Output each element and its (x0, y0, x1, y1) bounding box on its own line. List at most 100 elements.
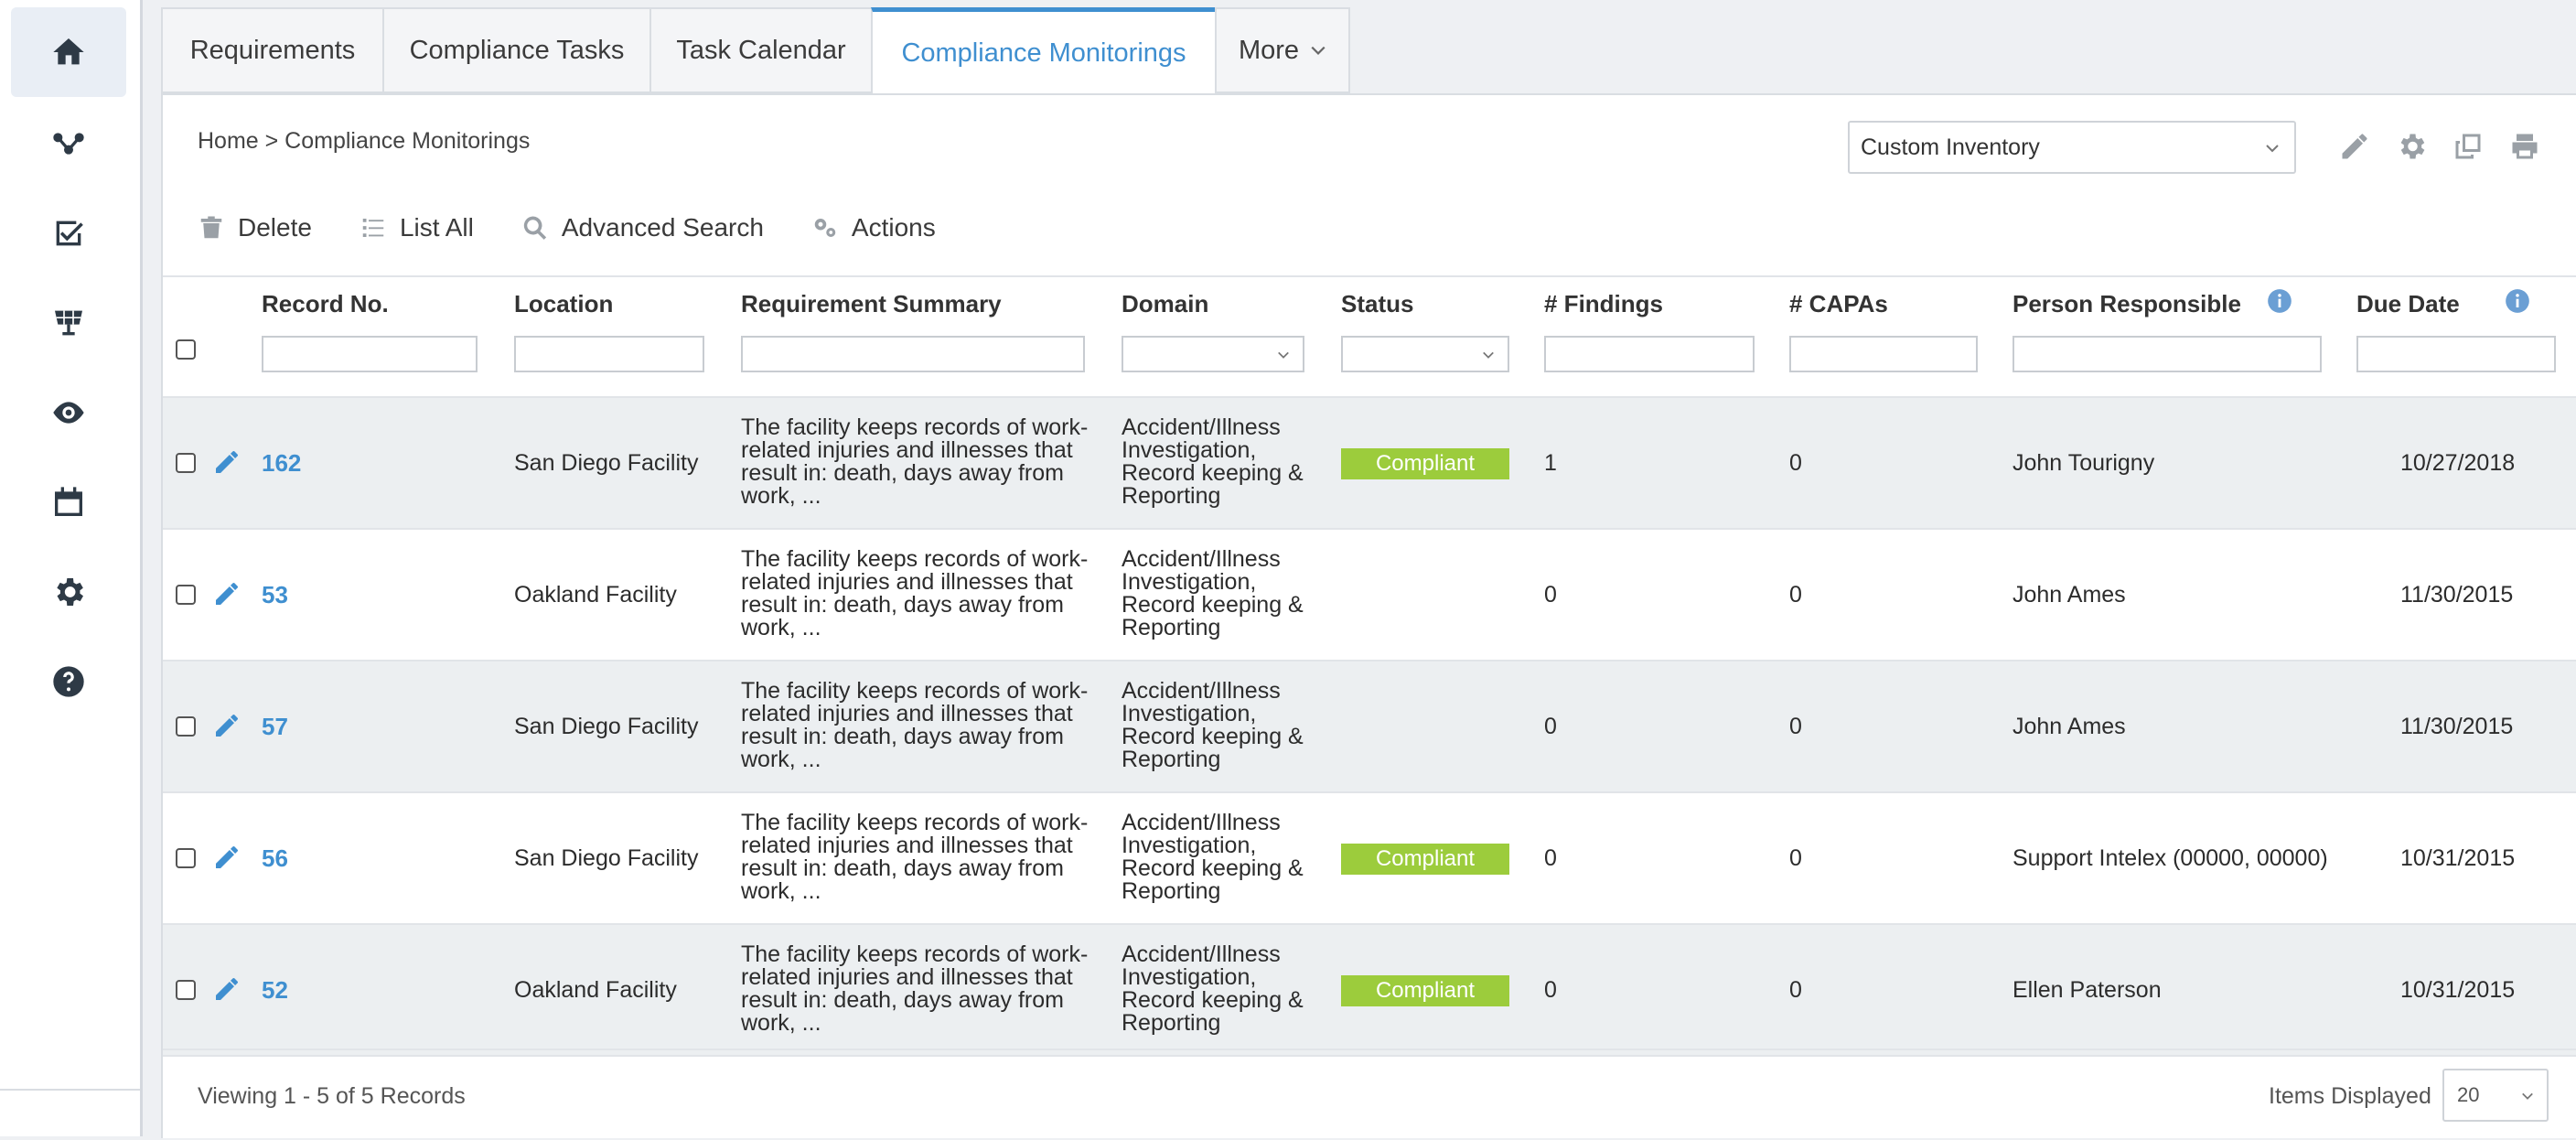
pencil-icon[interactable] (212, 447, 242, 477)
table-row[interactable]: 57 San Diego Facility The facility keeps… (163, 661, 2576, 793)
copy-button[interactable] (2452, 130, 2485, 163)
sidebar (0, 0, 143, 1136)
items-displayed-select[interactable]: 20 (2442, 1069, 2549, 1122)
domain-cell: Accident/Illness Investigation, Record k… (1122, 414, 1304, 509)
advanced-search-label: Advanced Search (561, 213, 764, 242)
summary-cell: The facility keeps records of work-relat… (741, 678, 1089, 772)
nav-help[interactable] (11, 637, 126, 726)
nav-calendar[interactable] (11, 457, 126, 547)
capas-filter[interactable] (1789, 336, 1978, 372)
record-cell: 52 (262, 925, 288, 1055)
checkbox-icon (56, 220, 83, 246)
edit-view-button[interactable] (2338, 130, 2371, 163)
col-header-record-no[interactable]: Record No. (262, 290, 389, 318)
findings-cell: 0 (1544, 713, 1557, 739)
record-no-filter[interactable] (262, 336, 478, 372)
pencil-icon[interactable] (212, 843, 242, 872)
actions-button[interactable]: Actions (811, 213, 936, 242)
table-row[interactable]: 52 Oakland Facility The facility keeps r… (163, 925, 2576, 1057)
pencil-icon[interactable] (212, 579, 242, 608)
findings-cell: 0 (1544, 581, 1557, 608)
record-link[interactable]: 53 (262, 581, 288, 609)
location-filter[interactable] (514, 336, 704, 372)
domain-filter[interactable] (1122, 336, 1304, 372)
tab-compliance-monitorings[interactable]: Compliance Monitorings (871, 7, 1215, 97)
col-header-findings[interactable]: # Findings (1544, 290, 1663, 318)
record-link[interactable]: 56 (262, 844, 288, 873)
gear-icon (2400, 134, 2425, 159)
person-cell: John Ames (2012, 713, 2126, 739)
tab-more[interactable]: More (1215, 7, 1350, 93)
row-checkbox[interactable] (176, 848, 196, 868)
nav-home[interactable] (11, 7, 126, 97)
due-date-filter[interactable] (2356, 336, 2556, 372)
due-date-cell: 10/31/2015 (2400, 976, 2516, 1003)
list-all-button[interactable]: List All (360, 213, 474, 242)
inventory-select[interactable]: Custom Inventory (1848, 121, 2296, 174)
tab-requirements[interactable]: Requirements (161, 7, 382, 93)
select-all-checkbox[interactable] (176, 339, 196, 360)
status-badge: Compliant (1341, 448, 1509, 479)
workflow-icon (53, 133, 84, 155)
nav-workflow[interactable] (11, 99, 126, 188)
chevron-down-icon (2266, 145, 2279, 153)
col-header-capas[interactable]: # CAPAs (1789, 290, 1888, 318)
record-cell: 53 (262, 530, 288, 660)
info-icon[interactable] (2505, 288, 2530, 314)
nav-settings[interactable] (11, 547, 126, 637)
row-checkbox[interactable] (176, 453, 196, 473)
tab-task-calendar[interactable]: Task Calendar (649, 7, 871, 93)
nav-solar[interactable] (11, 278, 126, 368)
status-filter[interactable] (1341, 336, 1509, 372)
print-icon (2512, 134, 2538, 159)
person-cell: John Ames (2012, 581, 2126, 608)
table-row[interactable]: 53 Oakland Facility The facility keeps r… (163, 530, 2576, 661)
breadcrumb[interactable]: Home > Compliance Monitorings (198, 128, 530, 155)
capas-cell: 0 (1789, 976, 1802, 1003)
info-icon[interactable] (2267, 288, 2292, 314)
pencil-icon[interactable] (212, 974, 242, 1004)
tab-label: Requirements (189, 35, 356, 65)
col-header-due-date[interactable]: Due Date (2356, 290, 2460, 318)
tab-label: Compliance Monitorings (901, 38, 1186, 68)
record-link[interactable]: 57 (262, 713, 288, 741)
row-checkbox[interactable] (176, 585, 196, 605)
sidebar-divider (0, 1089, 140, 1091)
nav-view[interactable] (11, 368, 126, 457)
person-responsible-filter[interactable] (2012, 336, 2322, 372)
help-icon (53, 666, 84, 697)
table-row[interactable]: 56 San Diego Facility The facility keeps… (163, 793, 2576, 925)
status-badge: Compliant (1341, 975, 1509, 1006)
requirement-summary-filter[interactable] (741, 336, 1085, 372)
pencil-icon[interactable] (212, 711, 242, 740)
record-link[interactable]: 52 (262, 976, 288, 1005)
record-cell: 162 (262, 398, 301, 528)
list-icon (362, 219, 384, 237)
record-link[interactable]: 162 (262, 449, 301, 478)
copy-icon (2455, 134, 2481, 159)
print-button[interactable] (2508, 130, 2541, 163)
row-checkbox[interactable] (176, 716, 196, 737)
table-header: Record No. Location Requirement Summary … (163, 275, 2576, 398)
col-header-domain[interactable]: Domain (1122, 290, 1208, 318)
tab-label: Compliance Tasks (409, 35, 625, 65)
items-displayed-value: 20 (2457, 1083, 2480, 1106)
row-checkbox[interactable] (176, 980, 196, 1000)
search-icon (523, 216, 546, 240)
due-date-cell: 10/31/2015 (2400, 844, 2516, 871)
tab-label: Task Calendar (676, 35, 846, 65)
settings-button[interactable] (2395, 130, 2428, 163)
col-header-status[interactable]: Status (1341, 290, 1413, 318)
advanced-search-button[interactable]: Advanced Search (521, 213, 764, 242)
col-header-requirement-summary[interactable]: Requirement Summary (741, 290, 1002, 318)
capas-cell: 0 (1789, 713, 1802, 739)
col-header-person-responsible[interactable]: Person Responsible (2012, 290, 2241, 318)
tab-compliance-tasks[interactable]: Compliance Tasks (382, 7, 649, 93)
table-row[interactable]: 162 San Diego Facility The facility keep… (163, 398, 2576, 530)
nav-tasks[interactable] (11, 188, 126, 278)
domain-cell: Accident/Illness Investigation, Record k… (1122, 546, 1304, 640)
col-header-location[interactable]: Location (514, 290, 613, 318)
delete-button[interactable]: Delete (198, 213, 312, 242)
chevron-down-icon (1278, 351, 1289, 359)
findings-filter[interactable] (1544, 336, 1755, 372)
